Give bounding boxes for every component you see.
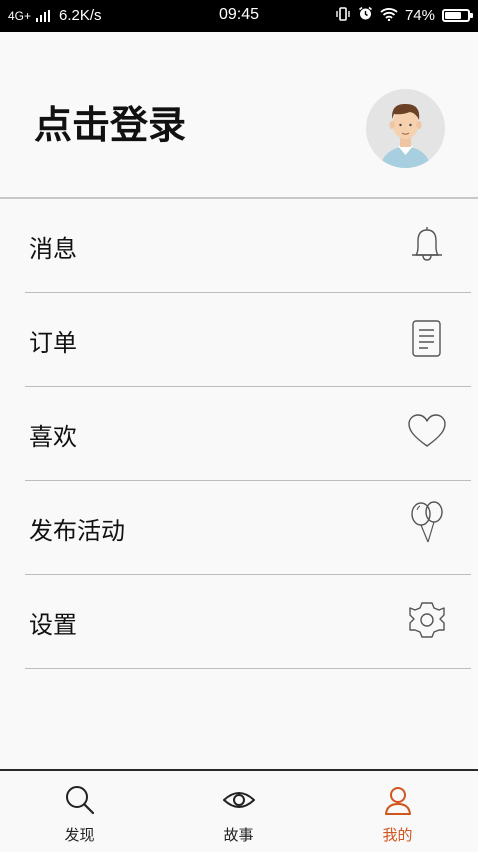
gear-icon <box>408 600 446 640</box>
menu-item-settings[interactable]: 设置 <box>0 575 478 669</box>
menu-item-messages[interactable]: 消息 <box>0 199 478 293</box>
user-avatar[interactable] <box>366 89 445 168</box>
tab-label: 故事 <box>223 826 254 844</box>
profile-header: 点击登录 <box>0 32 478 199</box>
status-bar: 4G+ 6.2K/s 09:45 74% <box>0 0 478 32</box>
tab-mine[interactable]: 我的 <box>318 771 478 852</box>
eye-icon <box>222 784 256 816</box>
alarm-icon <box>358 6 373 25</box>
heart-icon <box>408 412 446 452</box>
menu-list: 消息 订单 喜欢 发布活动 设置 <box>0 199 478 669</box>
menu-item-label: 发布活动 <box>29 517 125 545</box>
menu-item-label: 设置 <box>29 611 77 639</box>
document-icon <box>408 318 446 358</box>
menu-item-label: 订单 <box>29 329 77 357</box>
wifi-icon <box>380 7 398 25</box>
vibrate-icon <box>335 6 351 25</box>
search-icon <box>64 784 96 816</box>
tab-label: 我的 <box>382 826 413 844</box>
tab-discover[interactable]: 发现 <box>0 771 159 852</box>
menu-item-label: 消息 <box>29 235 77 263</box>
status-right: 74% <box>335 6 473 25</box>
person-icon <box>382 784 414 816</box>
login-button[interactable]: 点击登录 <box>34 94 186 149</box>
bottom-tab-bar: 发现 故事 我的 <box>0 769 478 852</box>
tab-stories[interactable]: 故事 <box>159 771 318 852</box>
bell-icon <box>408 224 446 264</box>
menu-item-orders[interactable]: 订单 <box>0 293 478 387</box>
battery-percent: 74% <box>404 7 435 24</box>
balloons-icon <box>408 501 446 546</box>
menu-item-likes[interactable]: 喜欢 <box>0 387 478 481</box>
menu-item-publish-event[interactable]: 发布活动 <box>0 481 478 575</box>
menu-item-label: 喜欢 <box>29 423 77 451</box>
tab-label: 发现 <box>64 826 95 844</box>
battery-icon <box>442 9 473 22</box>
